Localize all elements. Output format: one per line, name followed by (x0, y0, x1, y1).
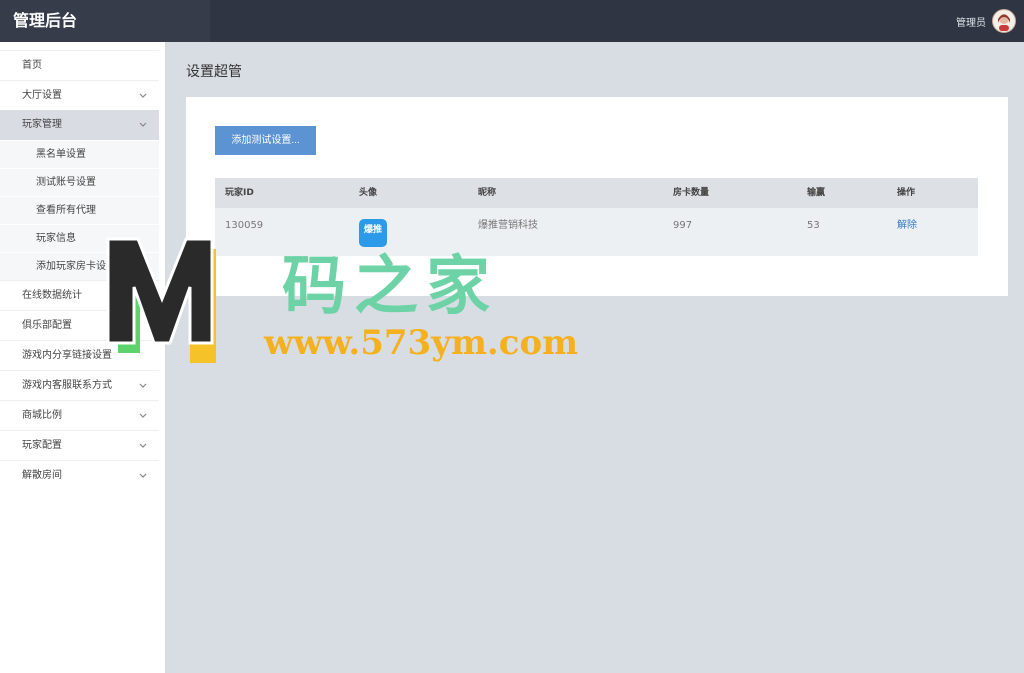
col-header-avatar: 头像 (359, 188, 378, 198)
player-avatar-image: 爆推 (359, 219, 387, 247)
remove-link[interactable]: 解除 (897, 208, 917, 243)
sidebar-subitem-test-account[interactable]: 测试账号设置 (0, 168, 159, 196)
table-row: 130059 爆推 爆推营销科技 997 53 解除 (215, 208, 978, 247)
chevron-down-icon (139, 371, 147, 389)
sidebar-item-player-config[interactable]: 玩家配置 (0, 430, 159, 460)
table-header: 玩家ID 头像 昵称 房卡数量 输赢 操作 (215, 178, 978, 208)
avatar[interactable] (992, 9, 1016, 33)
cell-player-id: 130059 (225, 220, 264, 231)
sidebar-item-customer-service[interactable]: 游戏内客服联系方式 (0, 370, 159, 400)
watermark-url: www.573ym.com (264, 323, 579, 363)
sidebar-item-share-link[interactable]: 游戏内分享链接设置 (0, 340, 159, 370)
col-header-room-cards: 房卡数量 (673, 188, 710, 198)
col-header-nickname: 昵称 (478, 188, 497, 198)
sidebar-menu: 首页 大厅设置 玩家管理 黑名单设置 测试账号设置 查看所有代理 玩家信息 添加… (0, 50, 159, 490)
sidebar-item-online-stats[interactable]: 在线数据统计 (0, 280, 159, 310)
sidebar-subitem-add-room-cards[interactable]: 添加玩家房卡设置 (0, 252, 159, 280)
user-avatar-icon (998, 14, 1010, 31)
top-bar: 管理后台 管理员 (0, 0, 1024, 42)
sidebar-item-lobby-settings[interactable]: 大厅设置 (0, 80, 159, 110)
add-test-setting-button[interactable]: 添加测试设置... (215, 126, 316, 155)
sidebar-subitem-player-info[interactable]: 玩家信息 (0, 224, 159, 252)
user-name: 管理员 (956, 17, 986, 29)
sidebar-item-club-config[interactable]: 俱乐部配置 (0, 310, 159, 340)
sidebar-item-player-management[interactable]: 玩家管理 (0, 110, 159, 140)
chevron-down-icon (139, 431, 147, 449)
app-title: 管理后台 (0, 0, 210, 42)
sidebar-item-shop-ratio[interactable]: 商城比例 (0, 400, 159, 430)
page-title: 设置超管 (186, 64, 242, 80)
user-menu[interactable]: 管理员 (956, 7, 1016, 35)
cell-nickname: 爆推营销科技 (478, 220, 538, 231)
chevron-down-icon (139, 401, 147, 419)
sidebar: 首页 大厅设置 玩家管理 黑名单设置 测试账号设置 查看所有代理 玩家信息 添加… (0, 42, 166, 673)
col-header-action: 操作 (897, 188, 916, 198)
super-admin-table: 玩家ID 头像 昵称 房卡数量 输赢 操作 130059 爆推 爆推营销科技 9… (215, 178, 978, 256)
sidebar-item-dissolve-room[interactable]: 解散房间 (0, 460, 159, 490)
content-panel: 添加测试设置... 玩家ID 头像 昵称 房卡数量 输赢 操作 130059 爆… (186, 97, 1008, 296)
sidebar-item-home[interactable]: 首页 (0, 50, 159, 80)
chevron-down-icon (139, 110, 147, 128)
sidebar-subitem-blacklist[interactable]: 黑名单设置 (0, 140, 159, 168)
chevron-down-icon (139, 461, 147, 479)
cell-room-cards: 997 (673, 220, 693, 231)
col-header-player-id: 玩家ID (225, 188, 254, 198)
chevron-down-icon (139, 81, 147, 99)
cell-score: 53 (807, 220, 820, 231)
sidebar-subitem-all-agents[interactable]: 查看所有代理 (0, 196, 159, 224)
col-header-score: 输赢 (807, 188, 826, 198)
